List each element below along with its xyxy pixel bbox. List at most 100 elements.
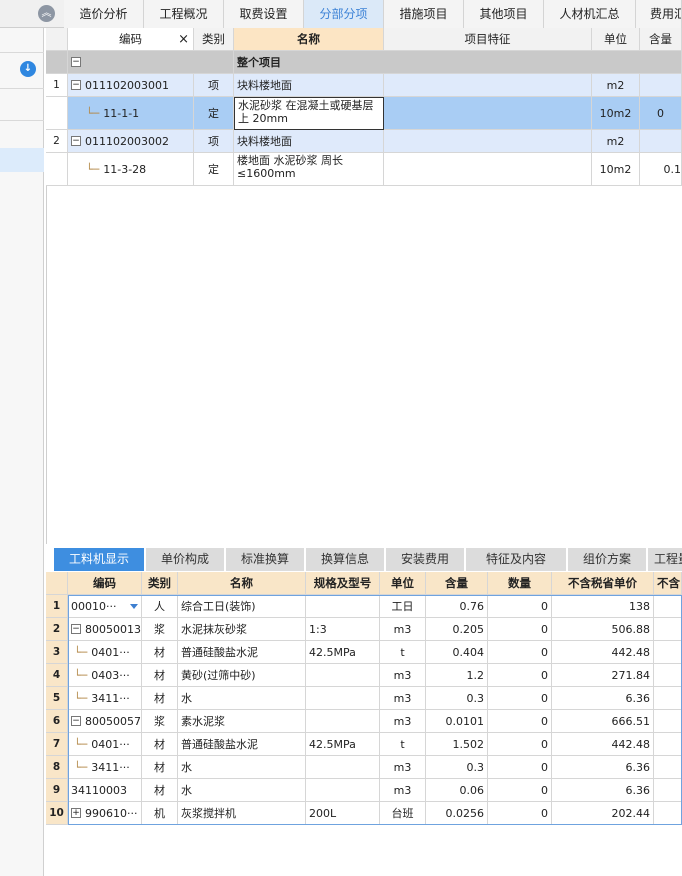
resource-code-cell[interactable]: +990610··· (68, 802, 142, 825)
column-header-code[interactable]: 编码 × (68, 28, 194, 51)
resource-name-cell[interactable]: 水泥抹灰砂浆 (178, 618, 306, 641)
resource-content-cell[interactable]: 0.76 (426, 595, 488, 618)
resource-name-cell[interactable]: 综合工日(装饰) (178, 595, 306, 618)
resource-content-cell[interactable]: 1.502 (426, 733, 488, 756)
resource-price-cell[interactable]: 202.44 (552, 802, 654, 825)
tab-resource-summary[interactable]: 人材机汇总 (544, 0, 636, 28)
resource-content-cell[interactable]: 0.0256 (426, 802, 488, 825)
item-qty[interactable] (640, 130, 682, 153)
group-toggle[interactable]: − (68, 51, 234, 74)
quota-feature[interactable] (384, 97, 592, 130)
resource-price-cell[interactable]: 138 (552, 595, 654, 618)
tab-cost-analysis[interactable]: 造价分析 (64, 0, 144, 28)
resource-excl-cell[interactable] (654, 802, 682, 825)
resource-type-cell[interactable]: 材 (142, 779, 178, 802)
item-feature[interactable] (384, 74, 592, 97)
column-header-unit[interactable]: 单位 (380, 572, 426, 595)
resource-name-cell[interactable]: 灰浆搅拌机 (178, 802, 306, 825)
resource-name-cell[interactable]: 素水泥浆 (178, 710, 306, 733)
resource-price-cell[interactable]: 442.48 (552, 641, 654, 664)
resource-spec-cell[interactable] (306, 779, 380, 802)
tab-quantity[interactable]: 工程量 (648, 548, 682, 571)
resource-name-cell[interactable]: 黄砂(过筛中砂) (178, 664, 306, 687)
column-header-type[interactable]: 类别 (194, 28, 234, 51)
tab-unit-price-composition[interactable]: 单价构成 (146, 548, 224, 571)
resource-spec-cell[interactable] (306, 595, 380, 618)
quota-feature[interactable] (384, 153, 592, 186)
resource-type-cell[interactable]: 材 (142, 641, 178, 664)
resource-amount-cell[interactable]: 0 (488, 641, 552, 664)
resource-spec-cell[interactable] (306, 756, 380, 779)
item-type[interactable]: 项 (194, 130, 234, 153)
collapse-icon[interactable]: − (71, 136, 81, 146)
column-header-type[interactable]: 类别 (142, 572, 178, 595)
column-header-code[interactable]: 编码 (68, 572, 142, 595)
resource-price-cell[interactable]: 506.88 (552, 618, 654, 641)
resource-excl-cell[interactable] (654, 756, 682, 779)
quota-code-cell[interactable]: └─ 11-3-28 (68, 153, 194, 186)
resource-unit-cell[interactable]: m3 (380, 710, 426, 733)
resource-type-cell[interactable]: 人 (142, 595, 178, 618)
resource-excl-cell[interactable] (654, 687, 682, 710)
tab-measure-items[interactable]: 措施项目 (384, 0, 464, 28)
resource-amount-cell[interactable]: 0 (488, 756, 552, 779)
collapse-icon[interactable]: − (71, 80, 81, 90)
tab-resource-display[interactable]: 工料机显示 (54, 548, 144, 571)
tab-sub-items[interactable]: 分部分项 (304, 0, 384, 28)
resource-name-cell[interactable]: 普通硅酸盐水泥 (178, 641, 306, 664)
resource-amount-cell[interactable]: 0 (488, 618, 552, 641)
resource-excl-cell[interactable] (654, 779, 682, 802)
resource-spec-cell[interactable]: 42.5MPa (306, 733, 380, 756)
dropdown-triangle-icon[interactable] (130, 603, 139, 609)
resource-code-cell[interactable]: └─ 0401··· (68, 641, 142, 664)
quota-unit[interactable]: 10m2 (592, 97, 640, 130)
download-arrow-icon[interactable]: ↓ (20, 61, 36, 77)
quota-qty[interactable]: 0 (640, 97, 682, 130)
collapse-icon[interactable]: − (71, 716, 81, 726)
tab-features-content[interactable]: 特征及内容 (466, 548, 566, 571)
item-unit[interactable]: m2 (592, 74, 640, 97)
resource-unit-cell[interactable]: m3 (380, 779, 426, 802)
resource-spec-cell[interactable]: 200L (306, 802, 380, 825)
tab-conversion-info[interactable]: 换算信息 (306, 548, 384, 571)
resource-price-cell[interactable]: 666.51 (552, 710, 654, 733)
column-header-feature[interactable]: 项目特征 (384, 28, 592, 51)
resource-price-cell[interactable]: 442.48 (552, 733, 654, 756)
resource-unit-cell[interactable]: t (380, 641, 426, 664)
item-type[interactable]: 项 (194, 74, 234, 97)
resource-name-cell[interactable]: 水 (178, 687, 306, 710)
resource-type-cell[interactable]: 机 (142, 802, 178, 825)
column-header-name[interactable]: 名称 (178, 572, 306, 595)
resource-excl-cell[interactable] (654, 641, 682, 664)
quota-name-editor[interactable]: 水泥砂浆 在混凝土或硬基层上 20mm (234, 97, 384, 130)
item-qty[interactable] (640, 74, 682, 97)
resource-code-cell[interactable]: 34110003 (68, 779, 142, 802)
sidebar-selected-item[interactable] (0, 148, 44, 172)
resource-code-cell[interactable]: 00010··· (68, 595, 142, 618)
resource-excl-cell[interactable] (654, 710, 682, 733)
resource-spec-cell[interactable] (306, 687, 380, 710)
resource-content-cell[interactable]: 0.3 (426, 687, 488, 710)
resource-content-cell[interactable]: 0.06 (426, 779, 488, 802)
quota-name[interactable]: 楼地面 水泥砂浆 周长≤1600mm (234, 153, 384, 186)
resource-code-cell[interactable]: └─ 3411··· (68, 756, 142, 779)
quota-qty[interactable]: 0.1 (640, 153, 682, 186)
tab-project-overview[interactable]: 工程概况 (144, 0, 224, 28)
resource-code-cell[interactable]: −80050057 (68, 710, 142, 733)
column-header-name[interactable]: 名称 (234, 28, 384, 51)
quota-code-cell[interactable]: └─ 11-1-1 (68, 97, 194, 130)
resource-unit-cell[interactable]: 台班 (380, 802, 426, 825)
resource-type-cell[interactable]: 浆 (142, 710, 178, 733)
resource-amount-cell[interactable]: 0 (488, 733, 552, 756)
tab-standard-conversion[interactable]: 标准换算 (226, 548, 304, 571)
resource-amount-cell[interactable]: 0 (488, 595, 552, 618)
tab-installation-fee[interactable]: 安装费用 (386, 548, 464, 571)
quota-type[interactable]: 定 (194, 97, 234, 130)
column-header-content[interactable]: 含量 (426, 572, 488, 595)
quota-unit[interactable]: 10m2 (592, 153, 640, 186)
item-name[interactable]: 块料楼地面 (234, 74, 384, 97)
resource-type-cell[interactable]: 材 (142, 733, 178, 756)
double-chevron-up-icon[interactable]: ︽ (38, 5, 55, 22)
column-header-price[interactable]: 不含税省单价 (552, 572, 654, 595)
resource-name-cell[interactable]: 水 (178, 756, 306, 779)
